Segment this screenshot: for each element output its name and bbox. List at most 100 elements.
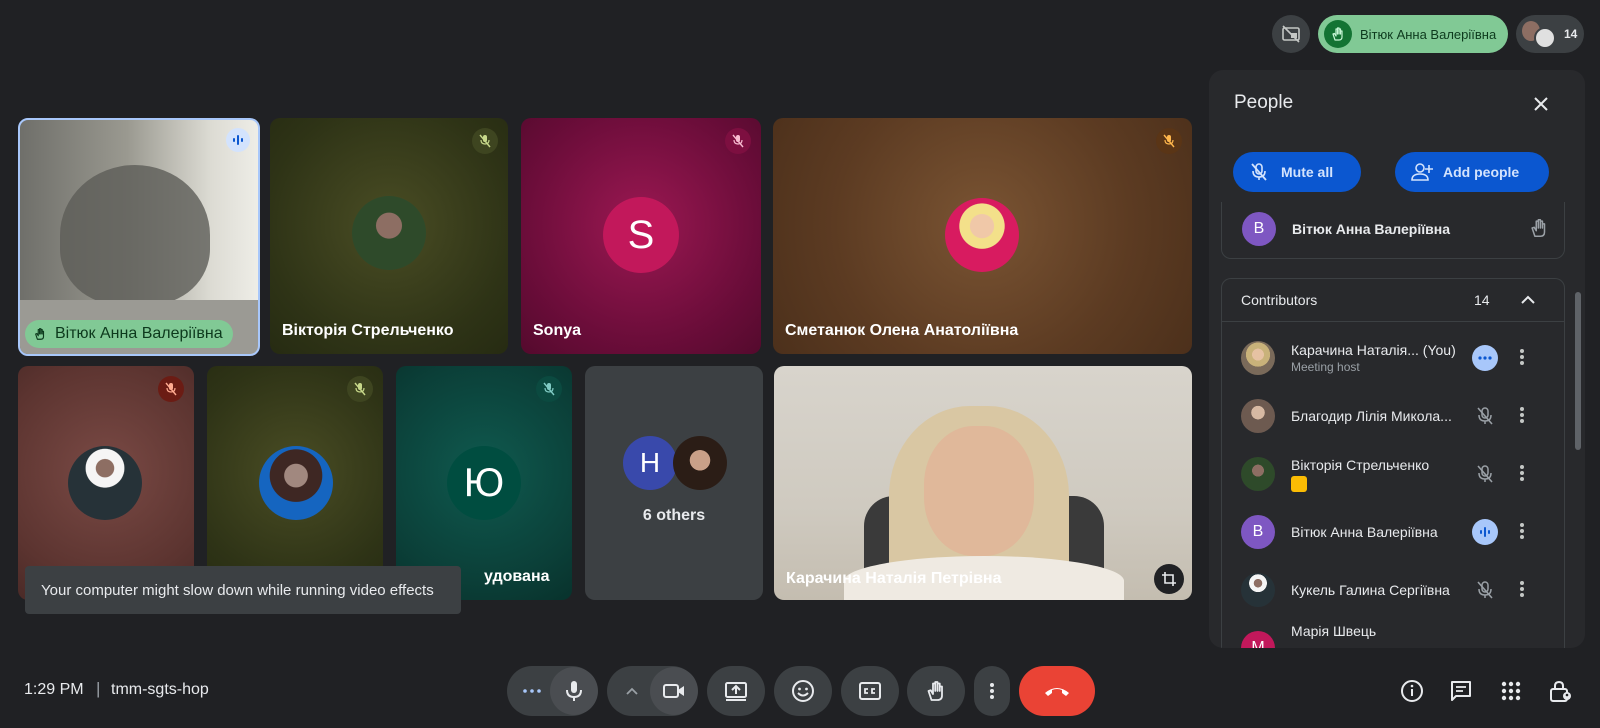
close-panel-button[interactable] [1529,92,1553,116]
more-vert-icon [990,681,994,701]
present-to-all-icon [725,682,747,701]
contributors-section: Contributors 14 Карачина Наталія... (You… [1221,278,1565,648]
participant-row[interactable]: B Вітюк Анна Валеріївна [1222,503,1564,561]
reframe-button[interactable] [1154,564,1184,594]
microphone-button[interactable] [550,667,598,715]
mic-off-icon [472,128,498,154]
crop-icon [1162,572,1176,586]
avatar [1241,341,1275,375]
raise-hand-button[interactable] [907,666,965,716]
contributors-title: Contributors [1241,292,1318,308]
participant-name: Вітюк Анна Валеріївна [1291,524,1438,540]
mic-off-icon [158,376,184,402]
contributors-count: 14 [1474,292,1490,308]
participant-tile-sonya[interactable]: S Sonya [521,118,761,354]
meeting-details-button[interactable] [1397,676,1427,706]
person-add-icon [1411,163,1433,181]
chat-button[interactable] [1446,676,1476,706]
tile-name: Карачина Наталія Петрівна [786,570,1002,587]
participant-info: Вікторія Стрельченко [1291,457,1466,492]
participant-tile-viktoriia[interactable]: Вікторія Стрельченко [270,118,508,354]
closed-captions-icon [859,682,881,700]
speaking-indicator-icon [226,128,250,152]
participants-chip[interactable]: 14 [1516,15,1584,53]
raised-hand-name-badge: Вітюк Анна Валеріївна [25,320,233,348]
participant-row[interactable]: Благодир Лілія Микола... [1222,387,1564,445]
participant-row[interactable]: Вікторія Стрельченко [1222,445,1564,503]
tile-name: удована [484,568,550,585]
participant-tile-5[interactable] [18,366,194,600]
more-options-icon[interactable] [1520,347,1524,367]
audio-control-group [507,666,598,716]
mute-all-label: Mute all [1281,164,1334,180]
avatar [68,446,142,520]
video-effects-toast: Your computer might slow down while runn… [25,566,461,614]
host-controls-icon-button[interactable] [1272,15,1310,53]
emoji-icon [792,680,814,702]
tile-name: Сметанюк Олена Анатоліївна [785,322,1019,339]
add-people-button[interactable]: Add people [1395,152,1549,192]
activities-button[interactable] [1496,676,1526,706]
reactions-button[interactable] [774,666,832,716]
leave-call-button[interactable] [1019,666,1095,716]
participant-name: Вікторія Стрельченко [1291,456,1430,473]
mic-off-icon [1475,405,1495,427]
raised-hand-icon [1324,20,1352,48]
panel-scrollbar[interactable] [1575,292,1581,450]
others-count: 6 others [642,507,706,524]
mic-off-icon [536,376,562,402]
others-tile[interactable]: H 6 others [585,366,763,600]
mic-off-icon [1475,463,1495,485]
participant-tile-7[interactable]: Ю удована [396,366,572,600]
more-options-icon[interactable] [1520,463,1524,483]
participant-count: 14 [1564,27,1578,41]
audio-settings-button[interactable] [513,666,551,716]
more-options-icon[interactable] [1520,521,1524,541]
participant-row[interactable]: M Марія Швець [1222,619,1564,648]
participant-row[interactable]: Кукель Галина Сергіївна [1222,561,1564,619]
participant-tile-karachyna[interactable]: Карачина Наталія Петрівна [774,366,1192,600]
more-options-icon[interactable] [1520,405,1524,425]
more-horiz-icon [523,689,541,693]
participant-info: Карачина Наталія... (You) Meeting host [1291,342,1466,374]
chat-icon [1451,681,1471,701]
participant-name: Марія Швець [1291,623,1377,639]
avatar: M [1241,631,1275,648]
host-controls-button[interactable] [1545,676,1575,706]
mic-off-icon [347,376,373,402]
raised-hand-chip[interactable]: Вітюк Анна Валеріївна [1318,15,1508,53]
participant-tile-vituk[interactable]: Вітюк Анна Валеріївна [18,118,260,356]
videocam-icon [663,684,684,698]
camera-button[interactable] [650,667,698,715]
tile-name: Вітюк Анна Валеріївна [55,325,223,342]
panel-title: People [1234,92,1294,113]
more-options-icon[interactable] [1520,579,1524,599]
more-options-button[interactable] [974,666,1010,716]
participant-video-face [924,426,1034,556]
participant-tile-smetaniuk[interactable]: Сметанюк Олена Анатоліївна [773,118,1192,354]
avatar [945,198,1019,272]
mic-off-icon [725,128,751,154]
screen-share-badge-icon [1291,475,1307,492]
avatar: H [623,436,677,490]
avatar [1534,27,1556,49]
participant-name: Кукель Галина Сергіївна [1291,582,1450,598]
participant-tile-6[interactable] [207,366,383,600]
mic-off-icon [1156,128,1182,154]
video-control-group [607,666,698,716]
mute-all-button[interactable]: Mute all [1233,152,1361,192]
contributors-header[interactable]: Contributors 14 [1222,279,1564,322]
video-settings-button[interactable] [613,666,651,716]
collapse-button[interactable] [1520,293,1536,305]
lower-hand-button[interactable] [1528,216,1550,240]
raised-hands-section: B Вітюк Анна Валеріївна [1221,202,1565,259]
avatar [352,196,426,270]
avatar: Ю [447,446,521,520]
speaking-indicator-icon [1472,519,1498,545]
present-button[interactable] [707,666,765,716]
info-icon [1401,680,1423,702]
avatar [1241,399,1275,433]
captions-button[interactable] [841,666,899,716]
participant-row[interactable]: Карачина Наталія... (You) Meeting host [1222,329,1564,387]
mic-off-icon [1475,579,1495,601]
